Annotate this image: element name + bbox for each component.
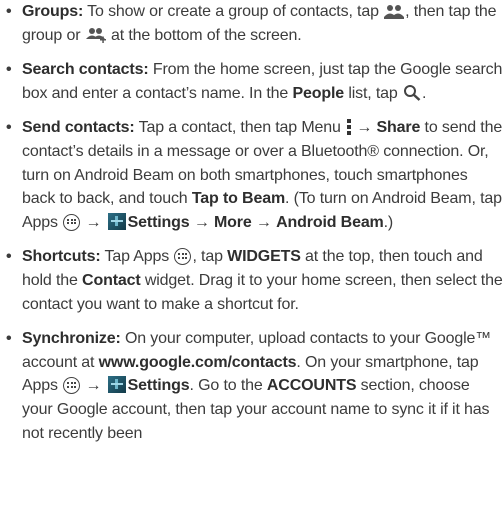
bullet: • [6, 3, 12, 20]
item-label: Send contacts: [22, 119, 135, 137]
bullet: • [6, 61, 12, 79]
settings-icon [107, 212, 126, 230]
list-item-shortcuts: • Shortcuts: Tap Apps , tap WIDGETS at t… [6, 245, 503, 316]
instruction-list: • Groups: To show or create a group of c… [6, 0, 503, 456]
add-group-icon [85, 27, 106, 43]
item-label: Search contacts: [22, 61, 149, 79]
apps-icon [174, 248, 192, 266]
item-label: Shortcuts: [22, 248, 101, 266]
bullet: • [6, 330, 12, 348]
list-item-synchronize: • Synchronize: On your computer, upload … [6, 327, 503, 445]
settings-icon [107, 376, 126, 394]
group-icon [384, 5, 405, 19]
apps-icon [63, 213, 81, 231]
bullet: • [6, 248, 12, 266]
search-icon [403, 84, 421, 101]
list-item-send-contacts: • Send contacts: Tap a contact, then tap… [6, 116, 503, 234]
item-label: Synchronize: [22, 330, 121, 348]
bullet: • [6, 119, 12, 137]
list-item-groups: • Groups: To show or create a group of c… [6, 0, 503, 47]
apps-icon [63, 377, 81, 395]
menu-icon [346, 118, 352, 136]
item-label: Groups: [22, 3, 84, 20]
list-item-search-contacts: • Search contacts: From the home screen,… [6, 58, 503, 105]
